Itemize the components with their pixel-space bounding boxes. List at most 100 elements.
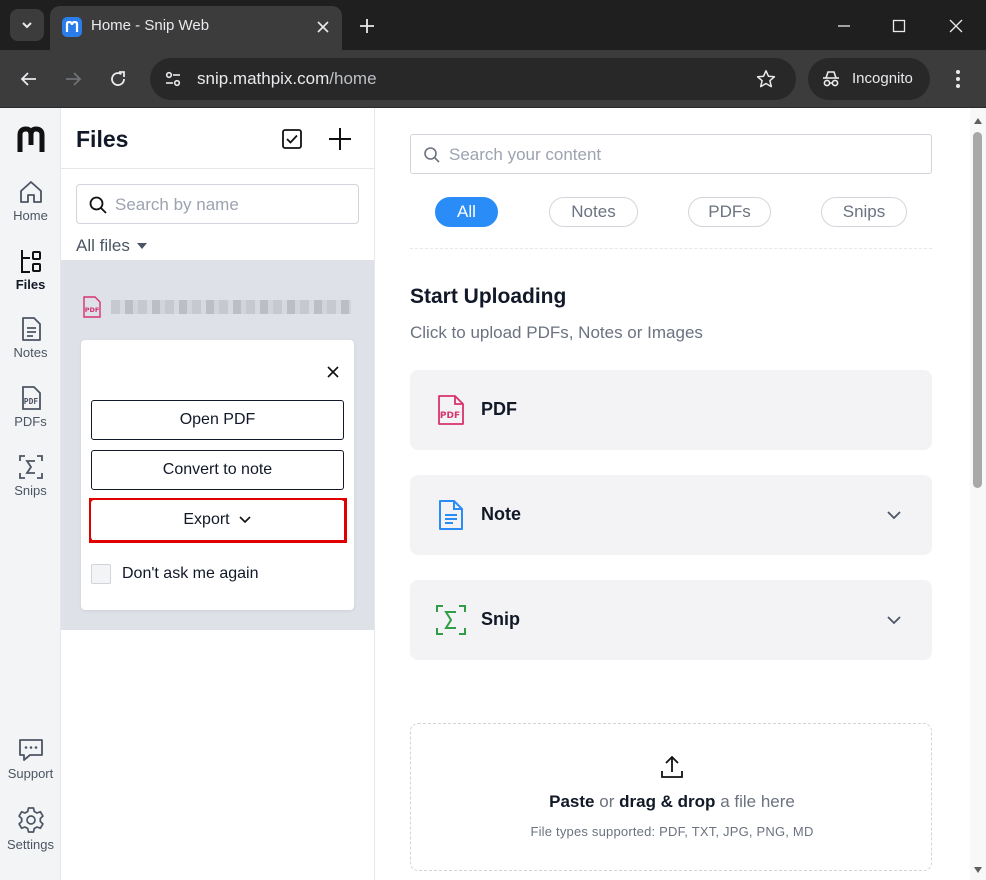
rail-label-files: Files (15, 277, 46, 292)
chip-snips[interactable]: Snips (821, 197, 907, 227)
note-icon (439, 500, 463, 530)
upload-icon (661, 755, 683, 778)
upload-pdf-label: PDF (481, 399, 517, 419)
settings-icon (17, 807, 44, 833)
browser-toolbar: snip.mathpix.com/home Incognito (0, 50, 986, 108)
chip-all[interactable]: All (435, 197, 498, 227)
browser-tab[interactable]: Home - Snip Web (50, 6, 342, 50)
notes-icon (21, 317, 41, 341)
dropzone-paste: Paste (549, 792, 595, 811)
search-icon (424, 147, 440, 163)
tab-close-icon[interactable] (312, 16, 334, 38)
reload-icon (111, 71, 125, 86)
rail-item-pdfs[interactable]: PDF PDFs (0, 384, 61, 444)
rail-label-settings: Settings (7, 837, 54, 852)
scroll-down-icon[interactable] (973, 865, 983, 875)
upload-snip-label: Snip (481, 609, 520, 629)
forward-button[interactable] (58, 64, 88, 94)
arrow-left-icon (20, 72, 36, 86)
incognito-label: Incognito (852, 70, 913, 87)
upload-pdf-card[interactable]: PDF PDF (410, 370, 932, 450)
dont-ask-again-option[interactable]: Don't ask me again (91, 564, 258, 584)
dropzone-drag: drag & drop (619, 792, 716, 811)
scroll-thumb[interactable] (973, 132, 982, 488)
dont-ask-again-checkbox[interactable] (91, 564, 111, 584)
incognito-indicator[interactable]: Incognito (808, 58, 930, 100)
rail-item-support[interactable]: Support (0, 736, 61, 796)
rail-label-support: Support (7, 766, 54, 781)
chevron-down-icon[interactable] (884, 610, 904, 630)
svg-text:PDF: PDF (440, 411, 460, 421)
chip-pdfs[interactable]: PDFs (688, 197, 771, 227)
upload-note-label: Note (481, 504, 521, 524)
tab-title: Home - Snip Web (91, 17, 210, 34)
minimize-button[interactable] (830, 12, 858, 40)
export-button[interactable]: Export (91, 500, 344, 540)
incognito-icon (823, 71, 839, 87)
file-filter-label: All files (76, 236, 130, 255)
back-button[interactable] (14, 64, 44, 94)
support-icon (18, 739, 43, 761)
file-search-box (76, 184, 359, 224)
file-list-item[interactable]: PDF (81, 294, 361, 320)
rail-label-pdfs: PDFs (14, 414, 47, 429)
chevron-down-icon[interactable] (884, 505, 904, 525)
open-pdf-button[interactable]: Open PDF (91, 400, 344, 440)
files-title: Files (76, 126, 129, 152)
rail-item-notes[interactable]: Notes (0, 315, 61, 375)
rail-item-home[interactable]: Home (0, 178, 61, 238)
browser-menu-button[interactable] (946, 64, 970, 94)
close-icon (949, 19, 963, 33)
chip-notes[interactable]: Notes (549, 197, 638, 227)
reload-button[interactable] (103, 64, 133, 94)
rail-item-settings[interactable]: Settings (0, 805, 61, 865)
pdf-icon: PDF (438, 395, 464, 425)
files-icon (20, 250, 41, 273)
add-file-button[interactable] (326, 125, 354, 153)
dropzone-file-types: File types supported: PDF, TXT, JPG, PNG… (530, 824, 814, 839)
rail-item-snips[interactable]: Snips (0, 453, 61, 513)
snip-icon (436, 605, 466, 635)
content-search-box (410, 134, 932, 174)
url-host: snip.mathpix.com (197, 69, 330, 88)
url-text[interactable]: snip.mathpix.com/home (197, 69, 377, 89)
start-uploading-subtitle: Click to upload PDFs, Notes or Images (410, 323, 703, 342)
caret-down-icon (136, 243, 147, 249)
mathpix-logo-icon[interactable] (16, 125, 46, 155)
maximize-button[interactable] (885, 12, 913, 40)
upload-snip-card[interactable]: Snip (410, 580, 932, 660)
tab-search-button[interactable] (10, 9, 44, 41)
checkbox-select-icon (282, 129, 302, 149)
snips-icon (18, 455, 43, 479)
file-filter-dropdown[interactable]: All files (76, 236, 148, 256)
new-tab-button[interactable] (354, 13, 380, 39)
start-uploading-title: Start Uploading (410, 285, 567, 308)
file-dropzone[interactable]: Paste or drag & drop a file here File ty… (410, 723, 932, 871)
content-filter-chips: All Notes PDFs Snips (410, 197, 932, 249)
pdf-file-icon: PDF (83, 296, 101, 318)
home-icon (19, 181, 42, 203)
files-header: Files (61, 108, 375, 169)
scroll-up-icon[interactable] (973, 116, 983, 126)
mathpix-favicon-icon (62, 17, 82, 37)
dropzone-rest: a file here (720, 792, 795, 811)
content-search-input[interactable] (449, 143, 919, 167)
svg-text:PDF: PDF (23, 397, 38, 406)
bookmark-star-icon[interactable] (754, 67, 778, 91)
files-panel: Files All files PDF (61, 108, 375, 880)
rail-label-notes: Notes (13, 345, 48, 360)
page-scrollbar[interactable] (970, 108, 986, 880)
file-list: PDF Open PDF Convert to note Export Don'… (61, 260, 374, 630)
popover-close-icon[interactable] (323, 362, 343, 382)
rail-item-files[interactable]: Files (0, 247, 61, 307)
convert-to-note-button[interactable]: Convert to note (91, 450, 344, 490)
address-bar[interactable]: snip.mathpix.com/home (150, 58, 796, 100)
close-window-button[interactable] (942, 12, 970, 40)
file-search-input[interactable] (115, 193, 351, 217)
upload-note-card[interactable]: Note (410, 475, 932, 555)
dont-ask-again-label: Don't ask me again (122, 565, 259, 582)
site-info-icon[interactable] (162, 68, 184, 90)
select-mode-button[interactable] (278, 125, 306, 153)
chevron-down-icon (239, 516, 251, 524)
more-vert-icon (956, 70, 960, 88)
